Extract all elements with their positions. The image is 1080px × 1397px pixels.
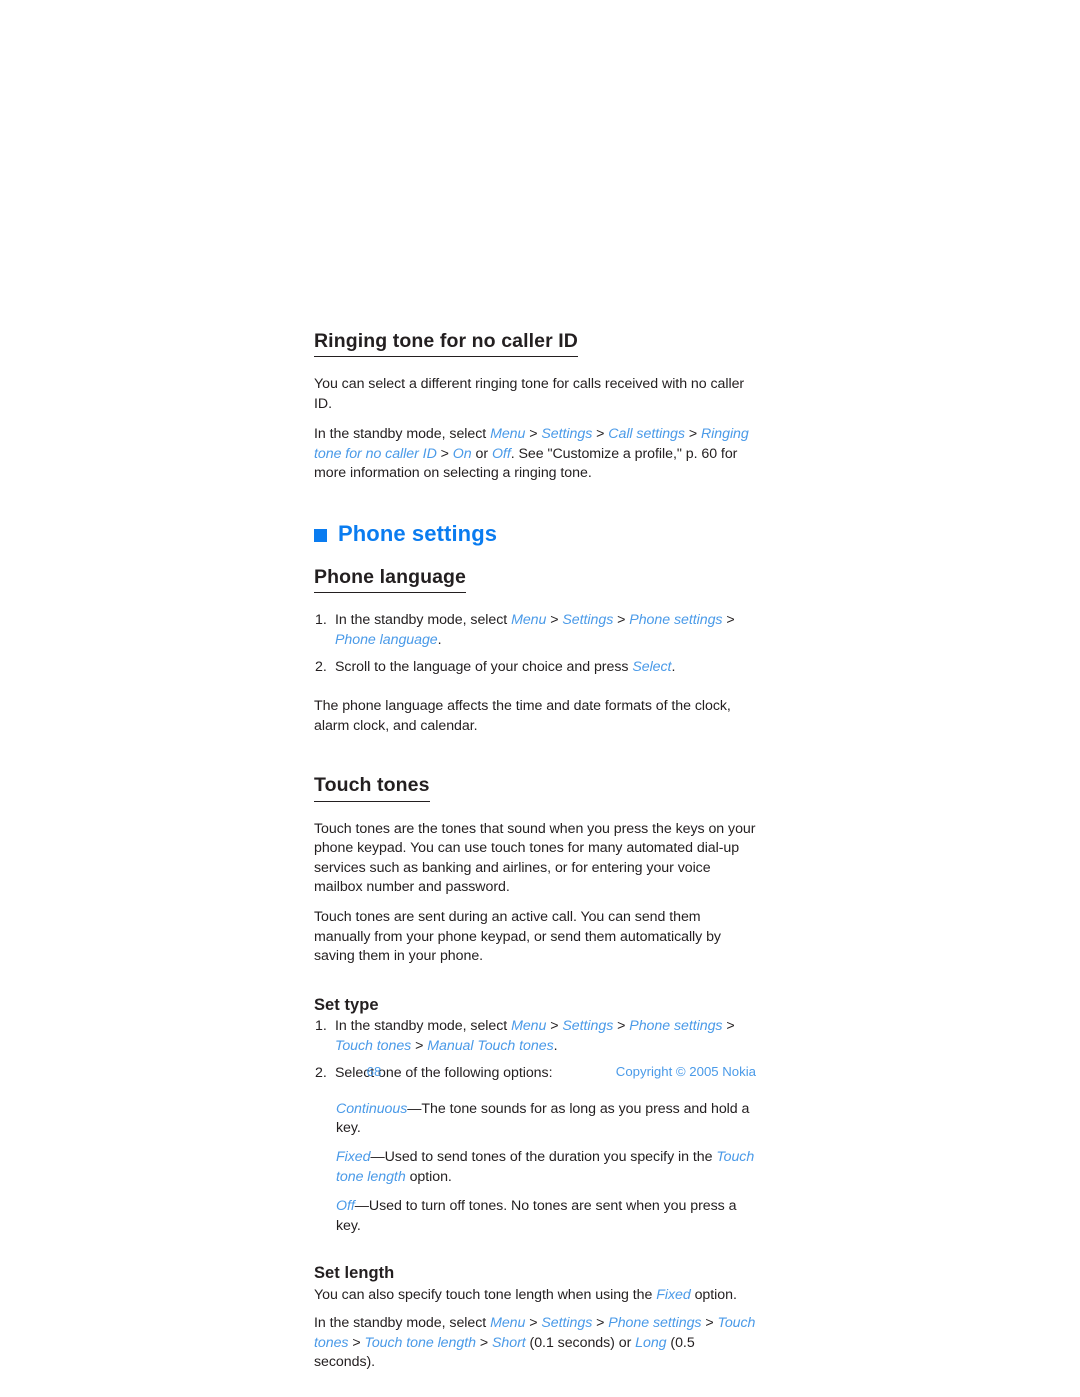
list-item-tail: . [553, 1037, 558, 1054]
ui-path-touch-tone-length: Touch tone length [364, 1334, 476, 1351]
page-footer: 68 Copyright © 2005 Nokia [314, 1064, 756, 1079]
heading-set-length: Set length [314, 1264, 395, 1283]
option-fixed: Fixed—Used to send tones of the duration… [314, 1148, 756, 1187]
ui-option-short: Short [491, 1334, 526, 1351]
paragraph-touch-tones-1: Touch tones are the tones that sound whe… [314, 820, 756, 895]
paragraph-phone-language-note: The phone language affects the time and … [314, 698, 731, 734]
heading-phone-settings: Phone settings [314, 521, 756, 547]
ui-option-fixed: Fixed [656, 1286, 691, 1303]
list-item-number: 1. [315, 1018, 327, 1035]
ui-option-off: Off [491, 445, 511, 462]
paragraph-ringing-tone-intro: You can select a different ringing tone … [314, 376, 745, 412]
option-desc-post: option. [405, 1168, 452, 1185]
text-lead: In the standby mode, select [314, 1315, 491, 1332]
path-separator: > [525, 426, 542, 443]
heading-ringing-tone-wrap: Ringing tone for no caller ID [314, 330, 756, 366]
path-separator: > [722, 612, 735, 629]
text-or: or [471, 445, 492, 462]
heading-set-type: Set type [314, 995, 379, 1014]
path-separator: > [348, 1334, 365, 1351]
ui-path-call-settings: Call settings [608, 426, 685, 443]
list-item-lead: Scroll to the language of your choice an… [335, 659, 633, 676]
ui-path-phone-settings: Phone settings [629, 612, 723, 629]
heading-ringing-tone-for-no-caller-id: Ringing tone for no caller ID [314, 330, 578, 358]
paragraph-set-length-path: In the standby mode, select Menu > Setti… [314, 1314, 756, 1372]
ui-path-phone-settings: Phone settings [608, 1315, 702, 1332]
ui-path-settings: Settings [562, 612, 614, 629]
ui-path-settings: Settings [541, 426, 593, 443]
list-item: 2. Scroll to the language of your choice … [314, 658, 756, 677]
option-off: Off—Used to turn off tones. No tones are… [314, 1197, 756, 1236]
ui-path-settings: Settings [541, 1315, 593, 1332]
text-lead: In the standby mode, select [314, 426, 491, 443]
path-separator: > [411, 1037, 428, 1054]
path-separator: > [592, 1315, 609, 1332]
option-desc: Used to turn off tones. No tones are sen… [336, 1198, 737, 1234]
ui-path-touch-tones: Touch tones [335, 1037, 412, 1054]
path-separator: > [613, 1018, 630, 1035]
ui-option-on: On [452, 445, 472, 462]
paragraph-set-length-1: You can also specify touch tone length w… [314, 1286, 756, 1305]
list-item-tail: . [671, 659, 676, 676]
list-item: 1. In the standby mode, select Menu > Set… [314, 611, 756, 650]
page-number: 68 [366, 1064, 382, 1079]
heading-phone-language: Phone language [314, 566, 467, 594]
path-separator: > [546, 612, 563, 629]
option-dash: — [354, 1198, 369, 1215]
ui-path-menu: Menu [511, 1018, 547, 1035]
page-content-column: Ringing tone for no caller ID You can se… [314, 330, 756, 1383]
paragraph-ringing-tone-path: In the standby mode, select Menu > Setti… [314, 425, 756, 483]
path-separator: > [592, 426, 609, 443]
heading-phone-language-wrap: Phone language [314, 566, 756, 602]
option-dash: — [407, 1100, 422, 1117]
text-pre: You can also specify touch tone length w… [314, 1286, 657, 1303]
path-separator: > [722, 1018, 735, 1035]
path-separator: > [546, 1018, 563, 1035]
path-separator: > [475, 1334, 492, 1351]
list-item-lead: In the standby mode, select [335, 612, 512, 629]
list-phone-language-steps: 1. In the standby mode, select Menu > Set… [314, 611, 756, 677]
ui-path-menu: Menu [511, 612, 547, 629]
list-item-number: 2. [315, 659, 327, 676]
option-continuous: Continuous—The tone sounds for as long a… [314, 1100, 756, 1139]
ui-option-long: Long [635, 1334, 667, 1351]
heading-phone-settings-label: Phone settings [338, 521, 498, 547]
ui-path-menu: Menu [490, 426, 526, 443]
option-term-fixed: Fixed [336, 1149, 371, 1166]
option-term-off: Off [336, 1198, 355, 1215]
path-separator: > [613, 612, 630, 629]
square-bullet-icon [314, 529, 327, 543]
option-desc-pre: Used to send tones of the duration you s… [384, 1149, 717, 1166]
text-post: option. [690, 1286, 737, 1303]
copyright-notice: Copyright © 2005 Nokia [615, 1064, 756, 1079]
list-item-lead: In the standby mode, select [335, 1018, 512, 1035]
option-dash: — [370, 1149, 385, 1166]
list-item-number: 1. [315, 612, 327, 629]
ui-path-settings: Settings [562, 1018, 614, 1035]
path-separator: > [436, 445, 453, 462]
paragraph-touch-tones-2: Touch tones are sent during an active ca… [314, 909, 721, 965]
ui-option-select: Select [632, 659, 672, 676]
list-item-tail: . [437, 631, 442, 648]
ui-path-menu: Menu [490, 1315, 526, 1332]
path-separator: > [701, 1315, 718, 1332]
list-item: 1. In the standby mode, select Menu > Set… [314, 1017, 756, 1056]
ui-path-manual-touch-tones: Manual Touch tones [427, 1037, 554, 1054]
path-separator: > [525, 1315, 542, 1332]
path-separator: > [684, 426, 701, 443]
ui-path-phone-language: Phone language [335, 631, 438, 648]
heading-touch-tones-wrap: Touch tones [314, 774, 756, 810]
option-term-continuous: Continuous [336, 1100, 408, 1117]
heading-touch-tones: Touch tones [314, 774, 430, 802]
text-short-note: (0.1 seconds) or [525, 1334, 636, 1351]
ui-path-phone-settings: Phone settings [629, 1018, 723, 1035]
document-page: Ringing tone for no caller ID You can se… [0, 0, 1080, 1397]
